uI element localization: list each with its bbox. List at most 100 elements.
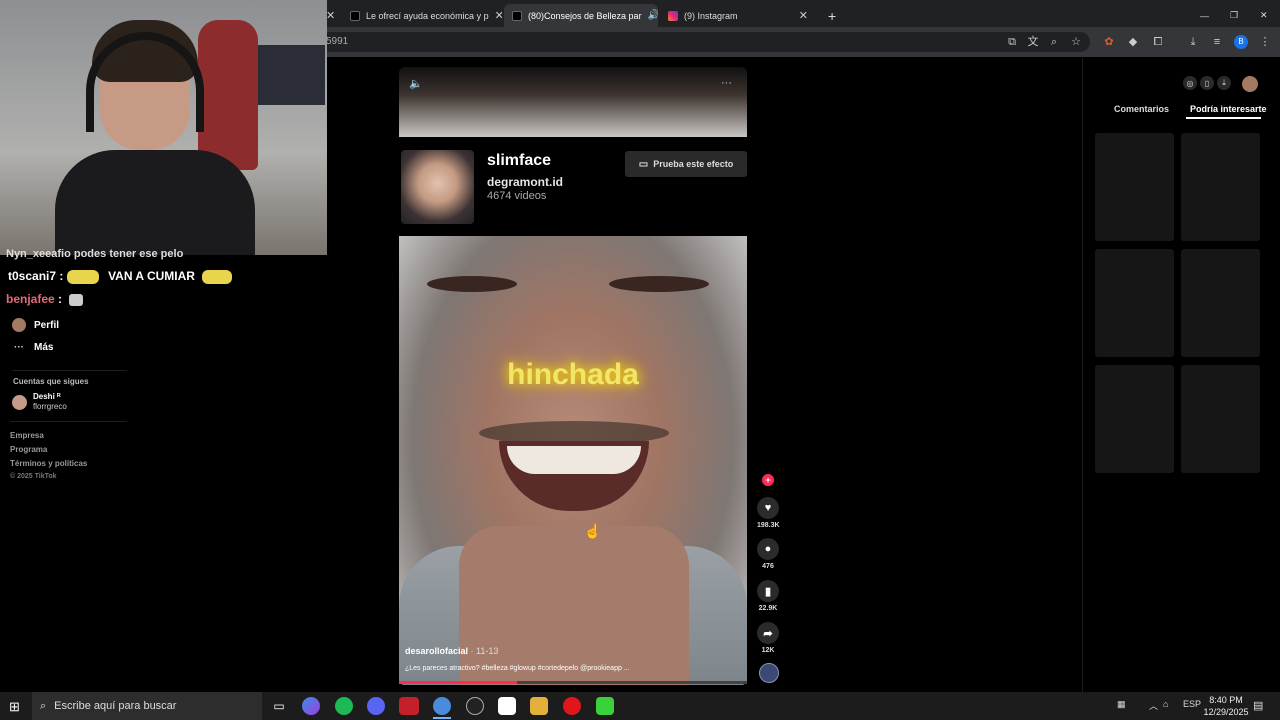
try-effect-button[interactable]: ▭ Prueba este efecto <box>625 151 747 177</box>
address-bar[interactable]: 5991 <box>320 32 1090 52</box>
task-view-icon[interactable]: ▭ <box>270 697 288 715</box>
sidebar-item-profile[interactable]: Perfil <box>12 318 59 332</box>
avatar <box>12 394 27 410</box>
video-author[interactable]: desarollofacial <box>405 646 468 656</box>
share-arrow-icon[interactable]: ➦ <box>757 622 779 644</box>
install-app-icon[interactable]: ⧉ <box>1005 35 1019 49</box>
video-date: · 11-13 <box>468 646 499 656</box>
extensions-puzzle-icon[interactable]: ⧠ <box>1151 35 1165 49</box>
close-tab-icon[interactable]: ✕ <box>799 9 808 22</box>
translate-icon[interactable]: 文 <box>1026 35 1040 49</box>
tray-expand-icon[interactable]: ︿ <box>1149 699 1158 712</box>
recommended-video[interactable] <box>1095 365 1174 473</box>
notification-icon[interactable]: ▤ <box>1253 699 1263 712</box>
bookmark-star-icon[interactable]: ☆ <box>1069 35 1083 49</box>
device-icon[interactable]: ▯ <box>1200 76 1214 90</box>
divider <box>10 421 127 422</box>
recommended-video[interactable] <box>1095 133 1174 241</box>
settings-icon[interactable]: ◎ <box>1183 76 1197 90</box>
video-description[interactable]: ¿Les pareces atractivo? #belleza #glowup… <box>405 665 630 672</box>
minimize-button[interactable]: — <box>1192 4 1216 27</box>
menu-kebab-icon[interactable]: ⋮ <box>1258 35 1272 49</box>
close-window-button[interactable]: ✕ <box>1252 4 1276 27</box>
main-video[interactable]: desarollofacial · 11-13 ¿Les pareces atr… <box>399 236 747 685</box>
tray-keyboard-icon[interactable]: ▦ <box>1117 699 1126 710</box>
tab-title: Le ofrecí ayuda económica y p <box>366 10 489 21</box>
emote-icon <box>69 293 84 306</box>
share-action[interactable]: ➦ 12K <box>757 622 779 654</box>
taskbar-search[interactable]: ⌕ Escribe aquí para buscar <box>32 692 262 720</box>
extension-icon[interactable]: ✿ <box>1102 35 1116 49</box>
file-explorer-icon[interactable] <box>530 697 548 715</box>
download-icon[interactable]: ⤓ <box>1217 76 1231 90</box>
taskbar-clock[interactable]: 8:40 PM 12/29/2025 <box>1200 694 1252 718</box>
recommended-video[interactable] <box>1181 365 1260 473</box>
heart-icon[interactable]: ♥ <box>757 497 779 519</box>
new-tab-button[interactable]: + <box>820 4 840 27</box>
clock-time: 8:40 PM <box>1209 695 1243 705</box>
emote-icon <box>202 269 233 284</box>
profile-avatar[interactable]: B <box>1234 35 1248 49</box>
chrome-icon[interactable] <box>433 697 451 715</box>
zoom-icon[interactable]: ⌕ <box>1047 35 1061 49</box>
sidebar-item-more[interactable]: ··· Más <box>12 342 53 353</box>
effect-creator[interactable]: degramont.id <box>487 175 563 189</box>
app-icon[interactable] <box>399 697 419 715</box>
browser-tab-active[interactable]: (80)Consejos de Belleza par 🔊 ✕ <box>504 4 658 27</box>
opera-icon[interactable] <box>563 697 581 715</box>
download-icon[interactable]: ⤓ <box>1186 35 1200 49</box>
kick-icon[interactable] <box>596 697 614 715</box>
close-tab-icon[interactable]: ✕ <box>495 9 502 22</box>
copyright: © 2025 TikTok <box>10 473 57 480</box>
video-progress-bar[interactable] <box>399 681 747 684</box>
account-handle: florrgreco <box>33 402 67 411</box>
discord-icon[interactable] <box>367 697 385 715</box>
video-camera-icon: ▭ <box>638 158 649 170</box>
bookmark-icon[interactable]: ▮ <box>757 580 779 602</box>
restore-button[interactable]: ❐ <box>1222 4 1246 27</box>
webcam-overlay <box>0 0 327 255</box>
windows-start-icon[interactable]: ⊞ <box>9 699 20 715</box>
following-account[interactable]: Deshi ᴿ florrgreco <box>12 392 67 412</box>
comment-icon[interactable]: ● <box>757 538 779 560</box>
recommended-video[interactable] <box>1181 249 1260 357</box>
capcut-icon[interactable] <box>498 697 516 715</box>
save-action[interactable]: ▮ 22.9K <box>757 580 779 612</box>
extension-icon[interactable]: ◆ <box>1126 35 1140 49</box>
browser-tab[interactable]: (9) Instagram ✕ <box>660 4 816 27</box>
share-count: 12K <box>761 647 775 654</box>
effect-name: slimface <box>487 152 552 169</box>
copilot-icon[interactable] <box>302 697 320 715</box>
browser-tab[interactable]: Le ofrecí ayuda económica y p ✕ <box>342 4 502 27</box>
spotify-icon[interactable] <box>335 697 353 715</box>
effect-thumbnail[interactable] <box>401 150 474 224</box>
music-disc-icon[interactable] <box>759 663 779 683</box>
search-placeholder: Escribe aquí para buscar <box>54 700 177 712</box>
like-action[interactable]: ♥ 198.3K <box>757 497 780 529</box>
audio-playing-icon[interactable]: 🔊 <box>648 10 658 21</box>
more-options-icon[interactable]: ··· <box>721 77 732 89</box>
volume-icon[interactable]: 🔈 <box>409 77 423 90</box>
tab-recommended[interactable]: Podría interesarte <box>1190 104 1267 114</box>
chat-username: t0scani7 <box>8 269 57 283</box>
webcam-monitor <box>255 45 325 105</box>
follow-plus-button[interactable]: + <box>762 474 774 486</box>
comment-action[interactable]: ● 476 <box>757 538 779 570</box>
tiktok-icon <box>350 10 360 21</box>
network-icon[interactable]: ⌂ <box>1163 699 1168 709</box>
recommended-video[interactable] <box>1095 249 1174 357</box>
recommended-video[interactable] <box>1181 133 1260 241</box>
clock-date: 12/29/2025 <box>1203 707 1249 717</box>
footer-link[interactable]: Términos y políticas <box>10 459 87 468</box>
avatar[interactable] <box>1242 76 1258 92</box>
tab-title: (9) Instagram <box>684 10 738 21</box>
media-control-icon[interactable]: ≡ <box>1210 35 1224 49</box>
previous-video[interactable]: 🔈 ··· <box>399 67 747 137</box>
language-indicator[interactable]: ESP <box>1183 699 1201 709</box>
video-teeth <box>507 446 641 474</box>
footer-link[interactable]: Programa <box>10 445 47 454</box>
close-tab-icon[interactable]: ✕ <box>326 9 335 22</box>
tab-comments[interactable]: Comentarios <box>1114 104 1169 114</box>
footer-link[interactable]: Empresa <box>10 431 44 440</box>
obs-icon[interactable] <box>466 697 484 715</box>
